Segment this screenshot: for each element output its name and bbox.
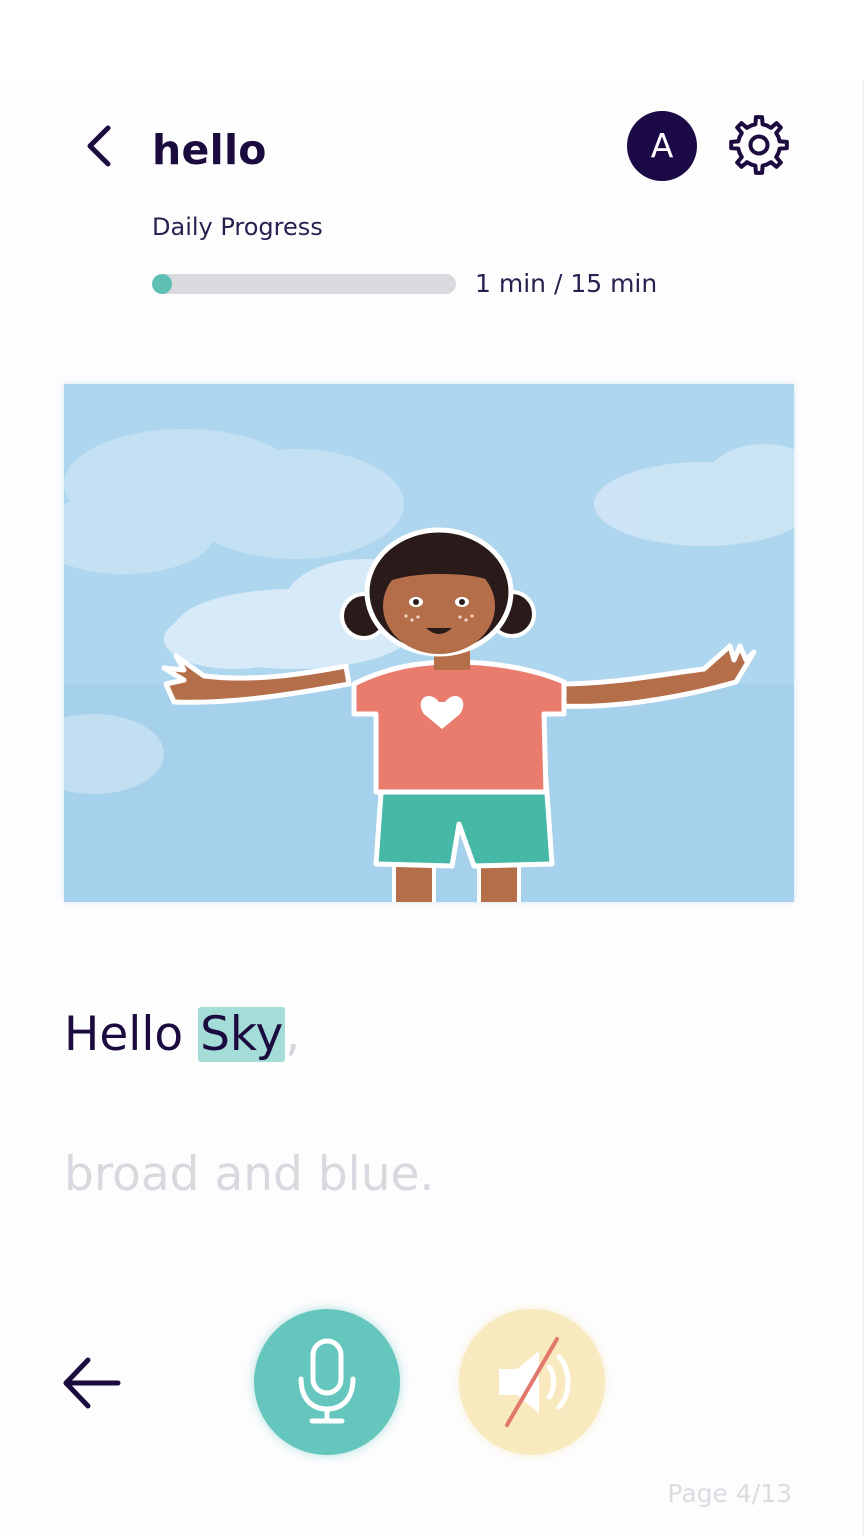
reading-word[interactable]: Hello: [64, 1007, 183, 1062]
sound-toggle-button[interactable]: [459, 1309, 605, 1455]
speaker-muted-icon: [499, 1337, 571, 1427]
microphone-button[interactable]: [254, 1309, 400, 1455]
microphone-icon: [298, 1338, 356, 1424]
previous-page-button[interactable]: [58, 1350, 124, 1416]
daily-progress-text: 1 min / 15 min: [475, 269, 658, 298]
story-illustration: [64, 384, 794, 902]
page-title: hello: [152, 126, 267, 174]
reading-word-highlighted[interactable]: Sky: [198, 1007, 286, 1062]
reading-punctuation: ,: [285, 1007, 301, 1062]
reading-screen: hello A Daily Progress 1 min / 15 min He…: [0, 0, 864, 1536]
reading-line-current: Hello Sky,: [64, 1000, 300, 1070]
daily-progress-label: Daily Progress: [152, 213, 323, 241]
reading-line-next: broad and blue.: [64, 1147, 435, 1202]
gear-icon: [729, 115, 789, 175]
daily-progress-fill: [152, 274, 173, 294]
arrow-left-icon: [63, 1357, 121, 1409]
girl-waving-sky-illustration: [64, 384, 794, 902]
settings-button[interactable]: [726, 112, 792, 178]
avatar[interactable]: A: [627, 111, 697, 181]
page-indicator: Page 4/13: [667, 1479, 792, 1508]
back-button[interactable]: [80, 120, 120, 172]
chevron-left-icon: [87, 125, 111, 167]
daily-progress-bar: [152, 274, 456, 294]
